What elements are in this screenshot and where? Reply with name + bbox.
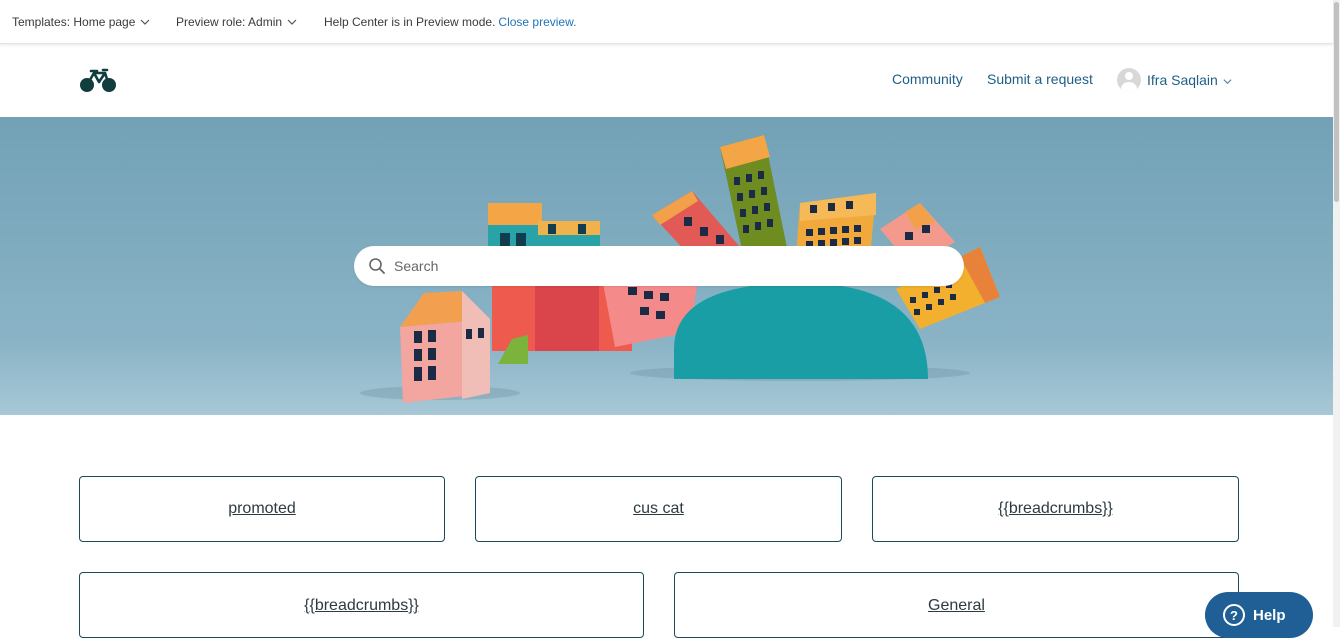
preview-role-dropdown[interactable]: Preview role: Admin (176, 15, 297, 29)
category-block-label: General (928, 597, 985, 614)
search-bar[interactable] (354, 246, 964, 286)
search-icon (369, 258, 385, 274)
hero-banner (0, 117, 1333, 415)
chevron-down-icon (140, 19, 150, 25)
category-block[interactable]: promoted (79, 476, 445, 542)
category-block-label: promoted (228, 500, 296, 517)
chevron-down-icon (287, 19, 297, 25)
nav-submit-request-link[interactable]: Submit a request (987, 71, 1093, 87)
scrollbar-thumb[interactable] (1334, 2, 1339, 202)
preview-message: Help Center is in Preview mode. Close pre… (324, 15, 576, 29)
user-menu[interactable]: Ifra Saqlain (1117, 68, 1232, 92)
preview-message-text: Help Center is in Preview mode. (324, 14, 496, 29)
category-block[interactable]: {{breadcrumbs}} (872, 476, 1239, 542)
user-name: Ifra Saqlain (1147, 72, 1218, 88)
category-block[interactable]: cus cat (475, 476, 842, 542)
bicycle-logo-icon[interactable] (79, 67, 117, 93)
category-block[interactable]: General (674, 572, 1239, 638)
category-block[interactable]: {{breadcrumbs}} (79, 572, 644, 638)
category-block-label: cus cat (633, 500, 684, 517)
user-avatar-icon (1117, 68, 1141, 92)
templates-dropdown[interactable]: Templates: Home page (12, 15, 150, 29)
search-input[interactable] (394, 258, 954, 274)
nav-community-link[interactable]: Community (892, 71, 963, 87)
help-label: Help (1253, 606, 1286, 624)
page-scrollbar[interactable] (1333, 0, 1340, 627)
question-icon: ? (1223, 604, 1245, 626)
close-preview-link[interactable]: Close preview. (498, 15, 576, 29)
category-block-label: {{breadcrumbs}} (998, 500, 1113, 517)
templates-label: Templates: Home page (12, 14, 136, 29)
category-block-label: {{breadcrumbs}} (304, 597, 419, 614)
preview-role-label: Preview role: Admin (176, 14, 283, 29)
chevron-down-icon (1223, 79, 1232, 85)
site-header: Community Submit a request Ifra Saqlain (0, 45, 1333, 117)
preview-bar: Templates: Home page Preview role: Admin… (0, 0, 1333, 44)
help-widget-button[interactable]: ? Help (1205, 592, 1313, 638)
